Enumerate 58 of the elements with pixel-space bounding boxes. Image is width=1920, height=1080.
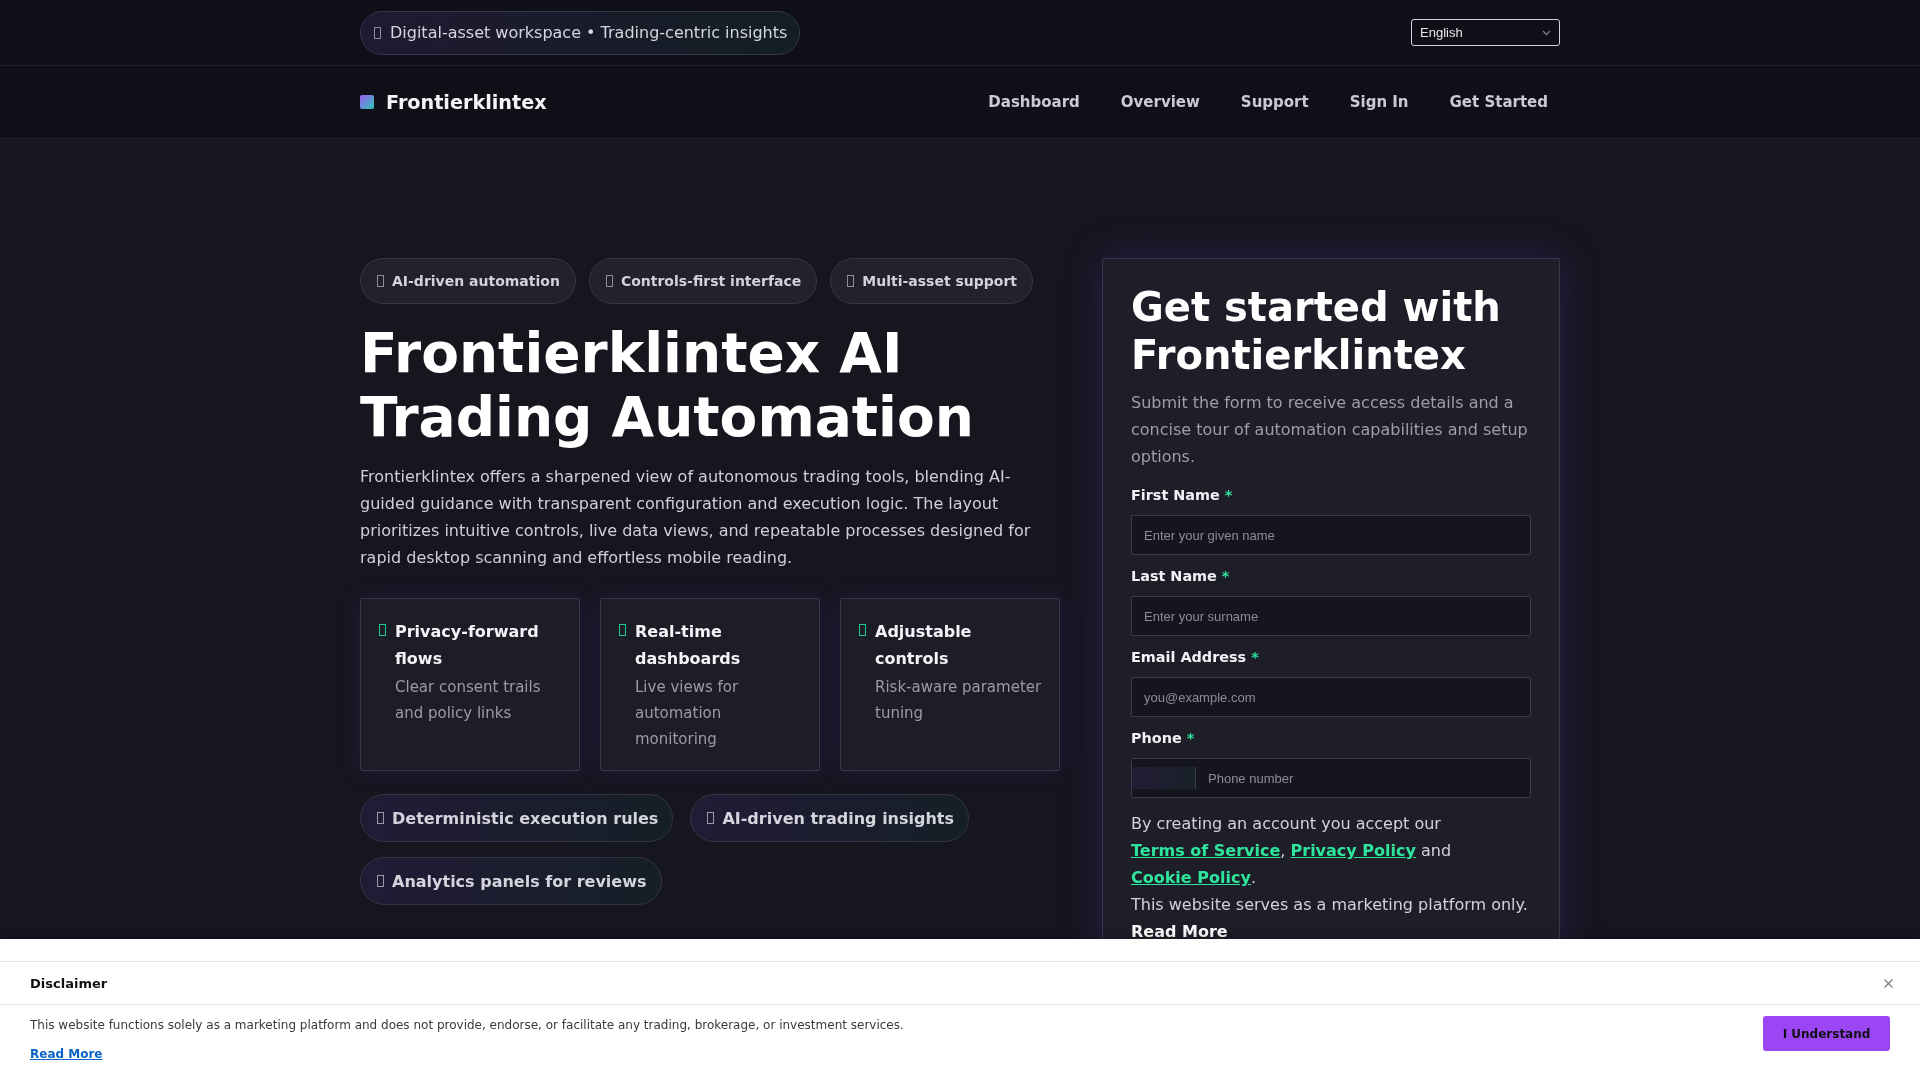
text-input[interactable]: Enter your surname [1131,596,1531,636]
missing-glyph-icon [377,812,384,824]
phone-input[interactable]: Phone number [1131,758,1531,798]
read-more-link[interactable]: Read More [1131,922,1228,941]
tag-label: Multi-asset support [862,273,1017,289]
nav-link[interactable]: Sign In [1337,87,1421,117]
hero-title: Frontierklintex AI Trading Automation [360,321,975,449]
feature-title: Adjustable controls [875,621,973,670]
policy-link[interactable]: Terms of Service [1131,841,1281,860]
field-label: First Name [1131,486,1220,505]
feature-description: Risk-aware parameter tuning [875,677,1043,724]
disclaimer-title: Disclaimer [30,975,108,991]
missing-glyph-icon [619,624,626,636]
required-asterisk: * [1224,486,1233,505]
consent-text: By creating an account you accept our Terms of Service, Privacy Policy and Cookie Policy. [1131,813,1453,889]
read-more-link[interactable]: Read More [30,1045,103,1063]
brand-name: Frontierklintex [386,90,547,114]
chevron-down-icon [1542,29,1551,36]
feature-description: Live views for automation monitoring [635,677,740,750]
missing-glyph-icon [859,624,866,636]
tag-label: Controls-first interface [620,273,802,289]
highlight-label: Deterministic execution rules [392,808,659,828]
missing-glyph-icon [374,26,381,39]
highlight-label: AI-driven trading insights [722,808,955,828]
text-input[interactable]: Enter your given name [1131,515,1531,555]
missing-glyph-icon [605,275,613,287]
nav-link[interactable]: Support [1228,87,1321,117]
nav-link[interactable]: Get Started [1437,87,1560,117]
missing-glyph-icon [847,275,855,287]
feature-description: Clear consent trails and policy links [395,677,542,724]
field-label: Phone [1131,729,1182,748]
tag-label: AI-driven automation [392,273,560,289]
signup-subtitle: Submit the form to receive access details and a concise tour of automation capabilities and setup options. [1131,392,1529,468]
nav-link[interactable]: Overview [1108,87,1212,117]
hero-description: Frontierklintex offers a sharpened view of autonomous trading tools, blending AI-guided guidance with transparent configuration and execution logic. The layout prioritizes intuitive controls, live data views, and repeatable processes designed for rapid desktop scanning and effortless mobile reading. [360,466,1031,569]
feature-title: Real-time dashboards [635,621,742,670]
feature-title: Privacy-forward flows [395,621,540,670]
required-asterisk: * [1221,567,1230,586]
close-icon [1883,978,1893,988]
field-label: Email Address [1131,648,1247,667]
understand-button[interactable]: I Understand [1763,1016,1890,1051]
highlight-label: Analytics panels for reviews [392,871,647,891]
missing-glyph-icon [707,812,715,824]
missing-glyph-icon [377,875,384,887]
policy-link[interactable]: Privacy Policy [1290,841,1416,860]
nav-link[interactable]: Dashboard [976,87,1092,117]
tagline-text: Digital-asset workspace • Trading-centric insights [390,23,788,42]
email-input[interactable]: you@example.com [1131,677,1531,717]
policy-link[interactable]: Cookie Policy [1131,868,1251,887]
missing-glyph-icon [379,624,386,636]
signup-heading: Get started with Frontierklintex [1131,283,1502,379]
logo-icon [360,95,374,109]
field-label: Last Name [1131,567,1217,586]
missing-glyph-icon [377,275,384,287]
required-asterisk: * [1251,648,1259,667]
required-asterisk: * [1186,729,1195,748]
disclaimer-text: This website functions solely as a marketing platform and does not provide, endorse, or facilitate any trading, brokerage, or investment services. [30,1017,904,1034]
language-select[interactable]: English [1411,19,1560,46]
